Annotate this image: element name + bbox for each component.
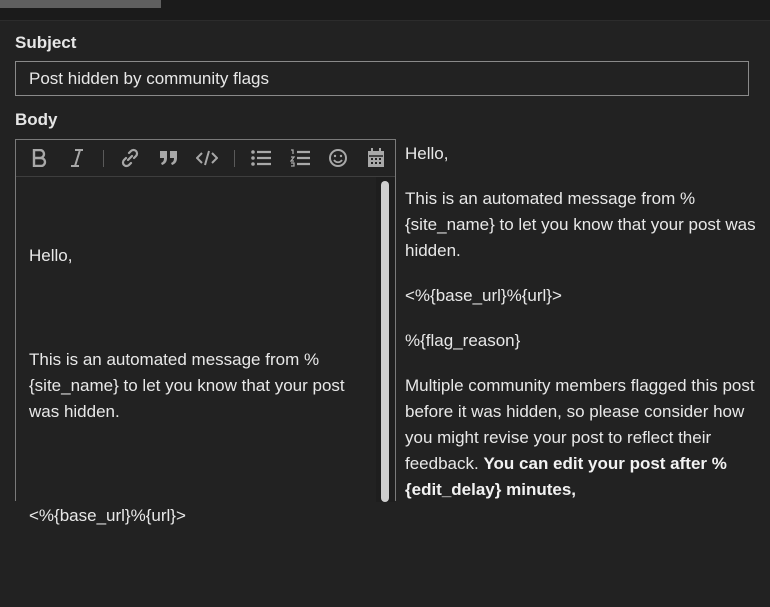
quote-icon[interactable] (158, 148, 180, 168)
toolbar-separator (103, 150, 104, 167)
calendar-icon[interactable] (365, 148, 387, 168)
active-tab[interactable] (0, 0, 161, 8)
code-icon[interactable] (196, 148, 218, 168)
italic-icon[interactable] (66, 148, 88, 168)
emoji-icon[interactable] (327, 148, 349, 168)
preview-paragraph: Hello, (405, 144, 449, 163)
body-editor: Hello, This is an automated message from… (15, 139, 396, 525)
numbered-list-icon[interactable] (289, 148, 311, 168)
body-label: Body (15, 110, 58, 129)
preview-paragraph: This is an automated message from %{site… (405, 189, 756, 260)
bullet-list-icon[interactable] (250, 148, 272, 168)
editor-paragraph: This is an automated message from %{site… (29, 350, 350, 421)
scrollbar-thumb[interactable] (381, 181, 389, 502)
preview-paragraph: %{flag_reason} (405, 331, 521, 350)
editor-paragraph: Hello, (29, 246, 73, 265)
subject-label: Subject (15, 33, 77, 52)
toolbar-separator (234, 150, 235, 167)
subject-input[interactable]: Post hidden by community flags (15, 61, 749, 96)
editor-paragraph: <%{base_url}%{url}> (29, 506, 186, 525)
bold-icon[interactable] (28, 148, 50, 168)
editor-toolbar (16, 140, 395, 177)
top-tab-bar (0, 0, 770, 21)
preview-paragraph: Multiple community members flagged this … (405, 373, 763, 503)
editor-scrollbar[interactable] (376, 177, 395, 502)
body-textarea[interactable]: Hello, This is an automated message from… (16, 177, 376, 525)
body-preview: Hello, This is an automated message from… (405, 141, 763, 522)
preview-link-paragraph: <%{base_url}%{url}> (405, 286, 562, 305)
link-icon[interactable] (119, 148, 141, 168)
